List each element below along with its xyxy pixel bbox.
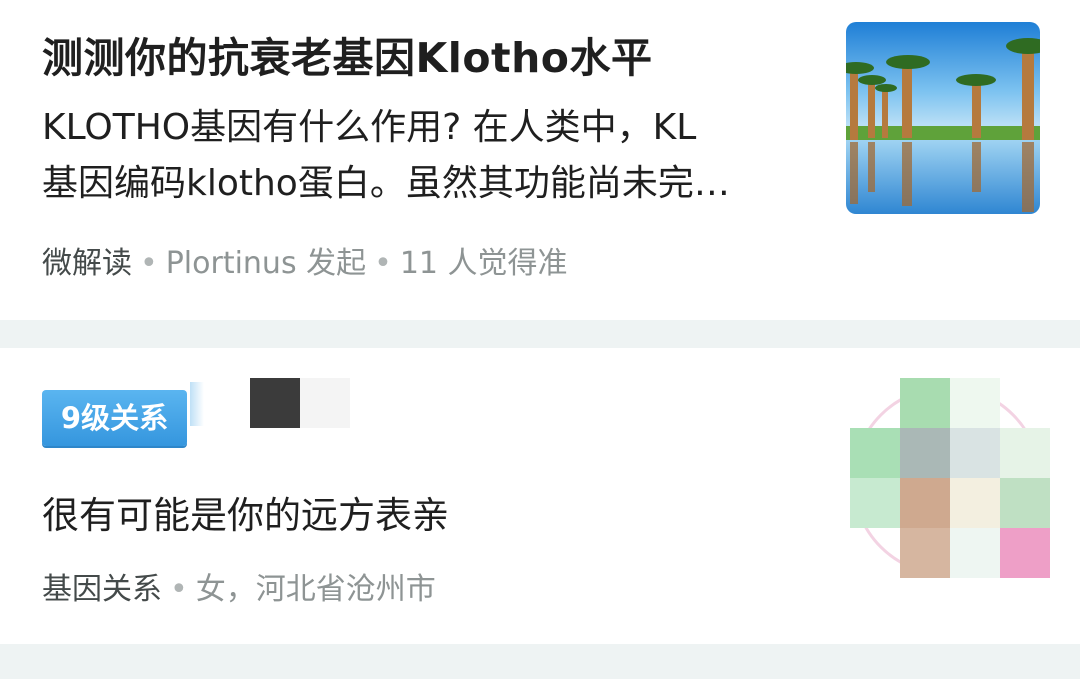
- relative-meta: 基因关系 • 女，河北省沧州市: [42, 564, 436, 608]
- relationship-category: 基因关系: [42, 572, 162, 607]
- censor-block: [250, 378, 300, 428]
- article-source: 微解读: [42, 246, 132, 281]
- article-summary-line: KLOTHO基因有什么作用? 在人类中，KL: [42, 107, 697, 148]
- separator-dot: •: [374, 246, 392, 281]
- badge-edge-decoration: [190, 382, 204, 426]
- article-meta: 微解读 • Plortinus 发起 • 11 人觉得准: [42, 238, 568, 282]
- relative-profile: 女，河北省沧州市: [195, 572, 436, 607]
- avatar-mosaic: [850, 378, 1050, 578]
- baobab-trees-lake-image[interactable]: [846, 22, 1040, 214]
- censored-username: [250, 378, 350, 428]
- article-summary[interactable]: KLOTHO基因有什么作用? 在人类中，KL 基因编码klotho蛋白。虽然其功…: [42, 100, 802, 212]
- article-initiator: Plortinus 发起: [165, 246, 367, 281]
- censor-block: [300, 378, 350, 428]
- relationship-level-badge: 9级关系: [42, 390, 187, 446]
- separator-dot: •: [140, 246, 158, 281]
- relationship-description[interactable]: 很有可能是你的远方表亲: [42, 485, 449, 539]
- pixelated-avatar[interactable]: [850, 378, 1050, 578]
- relative-match-card[interactable]: 9级关系 很有可能是你的远方表亲 基因关系 • 女，河北省沧州市: [0, 348, 1080, 644]
- separator-dot: •: [170, 572, 188, 607]
- article-card[interactable]: 测测你的抗衰老基因Klotho水平 KLOTHO基因有什么作用? 在人类中，KL…: [0, 0, 1080, 320]
- thumbnail-picture: [846, 22, 1040, 214]
- article-title[interactable]: 测测你的抗衰老基因Klotho水平: [42, 24, 652, 84]
- article-summary-line: 基因编码klotho蛋白。虽然其功能尚未完…: [42, 163, 730, 204]
- feed-page: 测测你的抗衰老基因Klotho水平 KLOTHO基因有什么作用? 在人类中，KL…: [0, 0, 1080, 679]
- article-agree-count: 11 人觉得准: [399, 246, 568, 281]
